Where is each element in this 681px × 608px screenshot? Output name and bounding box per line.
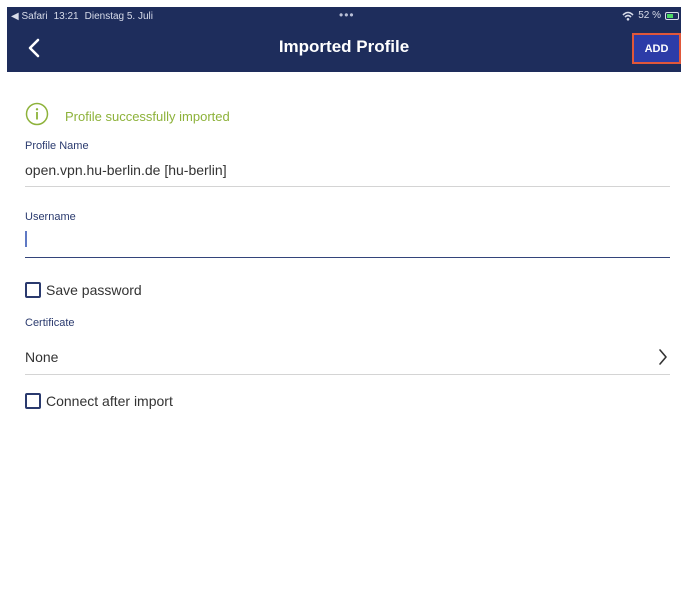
- save-password-label: Save password: [46, 282, 142, 298]
- username-label: Username: [25, 211, 76, 223]
- text-cursor: [25, 231, 27, 247]
- notice-text: Profile successfully imported: [65, 109, 230, 124]
- connect-after-import-label: Connect after import: [46, 393, 173, 409]
- profile-name-label: Profile Name: [25, 140, 89, 152]
- add-button[interactable]: ADD: [632, 33, 681, 64]
- status-left: ◀ Safari 13:21 Dienstag 5. Juli: [11, 11, 153, 22]
- top-bar: ◀ Safari 13:21 Dienstag 5. Juli ••• 52 %: [7, 7, 681, 72]
- chevron-right-icon: [658, 348, 668, 371]
- status-date: Dienstag 5. Juli: [84, 11, 153, 22]
- certificate-value: None: [25, 349, 59, 365]
- multitasking-dots[interactable]: •••: [339, 8, 355, 22]
- profile-name-field[interactable]: open.vpn.hu-berlin.de [hu-berlin]: [25, 162, 227, 178]
- connect-after-import-checkbox-row[interactable]: Connect after import: [25, 393, 173, 409]
- status-time: 13:21: [53, 11, 79, 22]
- profile-name-underline: [25, 186, 670, 187]
- save-password-checkbox[interactable]: [25, 282, 41, 298]
- status-bar: ◀ Safari 13:21 Dienstag 5. Juli ••• 52 %: [7, 7, 681, 27]
- status-right: 52 %: [622, 10, 679, 21]
- connect-after-import-checkbox[interactable]: [25, 393, 41, 409]
- back-to-app-link[interactable]: ◀ Safari: [11, 11, 48, 22]
- username-underline: [25, 257, 670, 258]
- battery-icon: [665, 11, 679, 20]
- save-password-checkbox-row[interactable]: Save password: [25, 282, 142, 298]
- import-success-notice: Profile successfully imported: [25, 102, 230, 131]
- app-screen: ◀ Safari 13:21 Dienstag 5. Juli ••• 52 %: [7, 7, 681, 608]
- certificate-label: Certificate: [25, 317, 75, 329]
- battery-percent: 52 %: [638, 10, 661, 21]
- info-icon: [25, 102, 49, 131]
- wifi-icon: [622, 11, 634, 21]
- certificate-underline: [25, 374, 670, 375]
- certificate-selector[interactable]: None: [25, 344, 670, 374]
- page-title: Imported Profile: [278, 37, 410, 56]
